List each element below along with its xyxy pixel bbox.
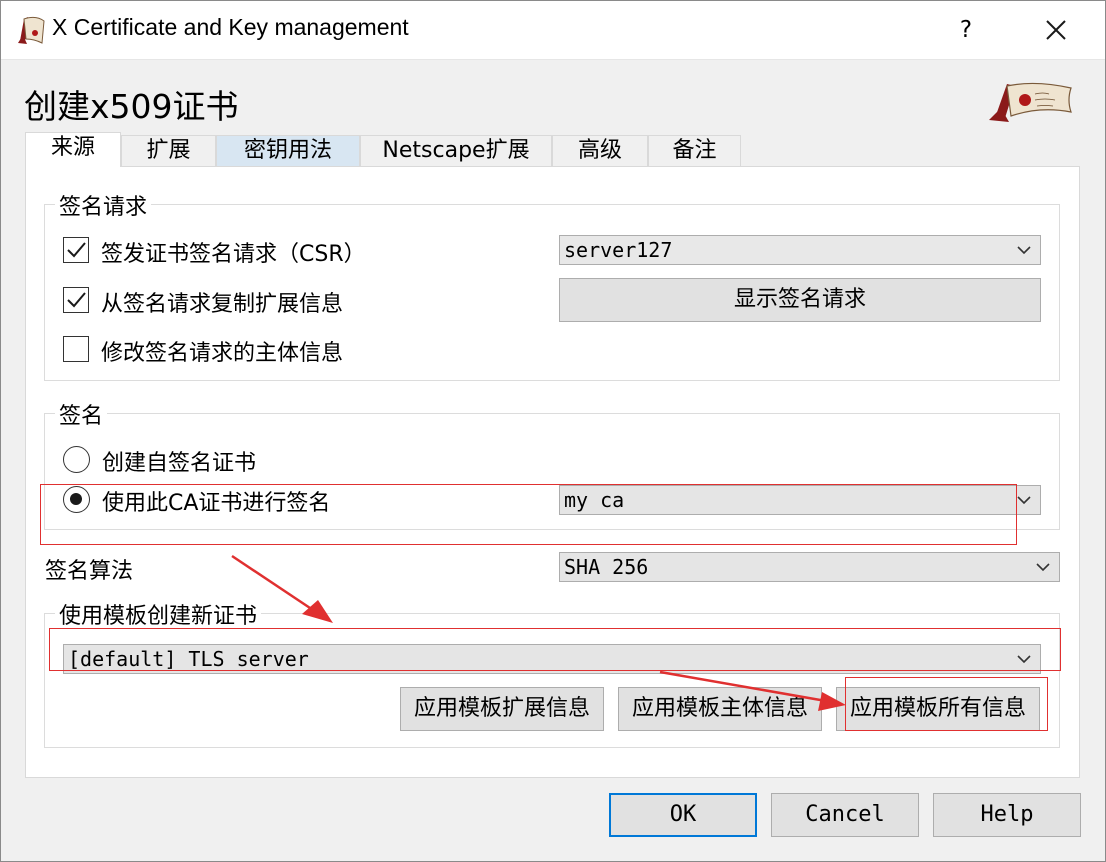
use-ca-radio[interactable]	[63, 486, 90, 513]
dialog-heading: 创建x509证书	[24, 87, 239, 126]
template-select-value: [default] TLS_server	[68, 647, 309, 671]
self-signed-label: 创建自签名证书	[102, 451, 257, 476]
checkmark-icon	[67, 242, 86, 258]
chevron-down-icon	[1036, 563, 1050, 572]
self-signed-radio[interactable]	[63, 446, 90, 473]
csr-select[interactable]: server127	[559, 235, 1041, 265]
title-bar: X Certificate and Key management ?	[0, 0, 1106, 60]
signing-request-group-title: 签名请求	[55, 189, 152, 221]
tab-netscape-extensions[interactable]: Netscape扩展	[360, 135, 552, 166]
signature-algorithm-label: 签名算法	[45, 559, 134, 584]
template-group-title: 使用模板创建新证书	[55, 598, 262, 630]
apply-template-extensions-button[interactable]: 应用模板扩展信息	[400, 687, 604, 731]
help-button[interactable]: Help	[933, 793, 1081, 837]
apply-template-subject-button[interactable]: 应用模板主体信息	[618, 687, 822, 731]
show-request-button[interactable]: 显示签名请求	[559, 278, 1041, 322]
use-ca-label: 使用此CA证书进行签名	[102, 491, 331, 516]
ca-select[interactable]: my ca	[559, 485, 1041, 515]
csr-select-value: server127	[564, 238, 673, 262]
signature-algorithm-select[interactable]: SHA 256	[559, 552, 1060, 582]
app-scroll-icon	[18, 16, 45, 44]
tab-extensions[interactable]: 扩展	[121, 135, 216, 166]
tab-comment[interactable]: 备注	[648, 135, 741, 166]
ca-select-value: my ca	[564, 488, 625, 512]
tab-key-usage[interactable]: 密钥用法	[216, 135, 360, 166]
sign-csr-checkbox[interactable]	[63, 237, 89, 263]
signature-algorithm-value: SHA 256	[564, 555, 649, 579]
apply-template-all-button[interactable]: 应用模板所有信息	[836, 687, 1040, 731]
window-title: X Certificate and Key management	[52, 14, 409, 40]
close-icon	[1046, 20, 1066, 40]
tab-advanced[interactable]: 高级	[552, 135, 648, 166]
question-mark-icon: ?	[959, 17, 973, 43]
cancel-button[interactable]: Cancel	[771, 793, 919, 837]
copy-extensions-checkbox[interactable]	[63, 287, 89, 313]
sign-csr-label: 签发证书签名请求（CSR）	[101, 242, 366, 267]
modify-subject-label: 修改签名请求的主体信息	[101, 341, 344, 366]
checkmark-icon	[67, 292, 86, 308]
modify-subject-checkbox[interactable]	[63, 336, 89, 362]
title-help-button[interactable]: ?	[946, 10, 986, 50]
copy-extensions-label: 从签名请求复制扩展信息	[101, 292, 344, 317]
tab-source[interactable]: 来源	[25, 132, 121, 167]
signing-group-title: 签名	[55, 398, 108, 430]
template-select[interactable]: [default] TLS_server	[63, 644, 1041, 674]
ok-button[interactable]: OK	[609, 793, 757, 837]
scroll-logo-icon	[989, 82, 1072, 122]
chevron-down-icon	[1017, 496, 1031, 505]
chevron-down-icon	[1017, 246, 1031, 255]
close-button[interactable]	[1036, 10, 1076, 50]
chevron-down-icon	[1017, 655, 1031, 664]
